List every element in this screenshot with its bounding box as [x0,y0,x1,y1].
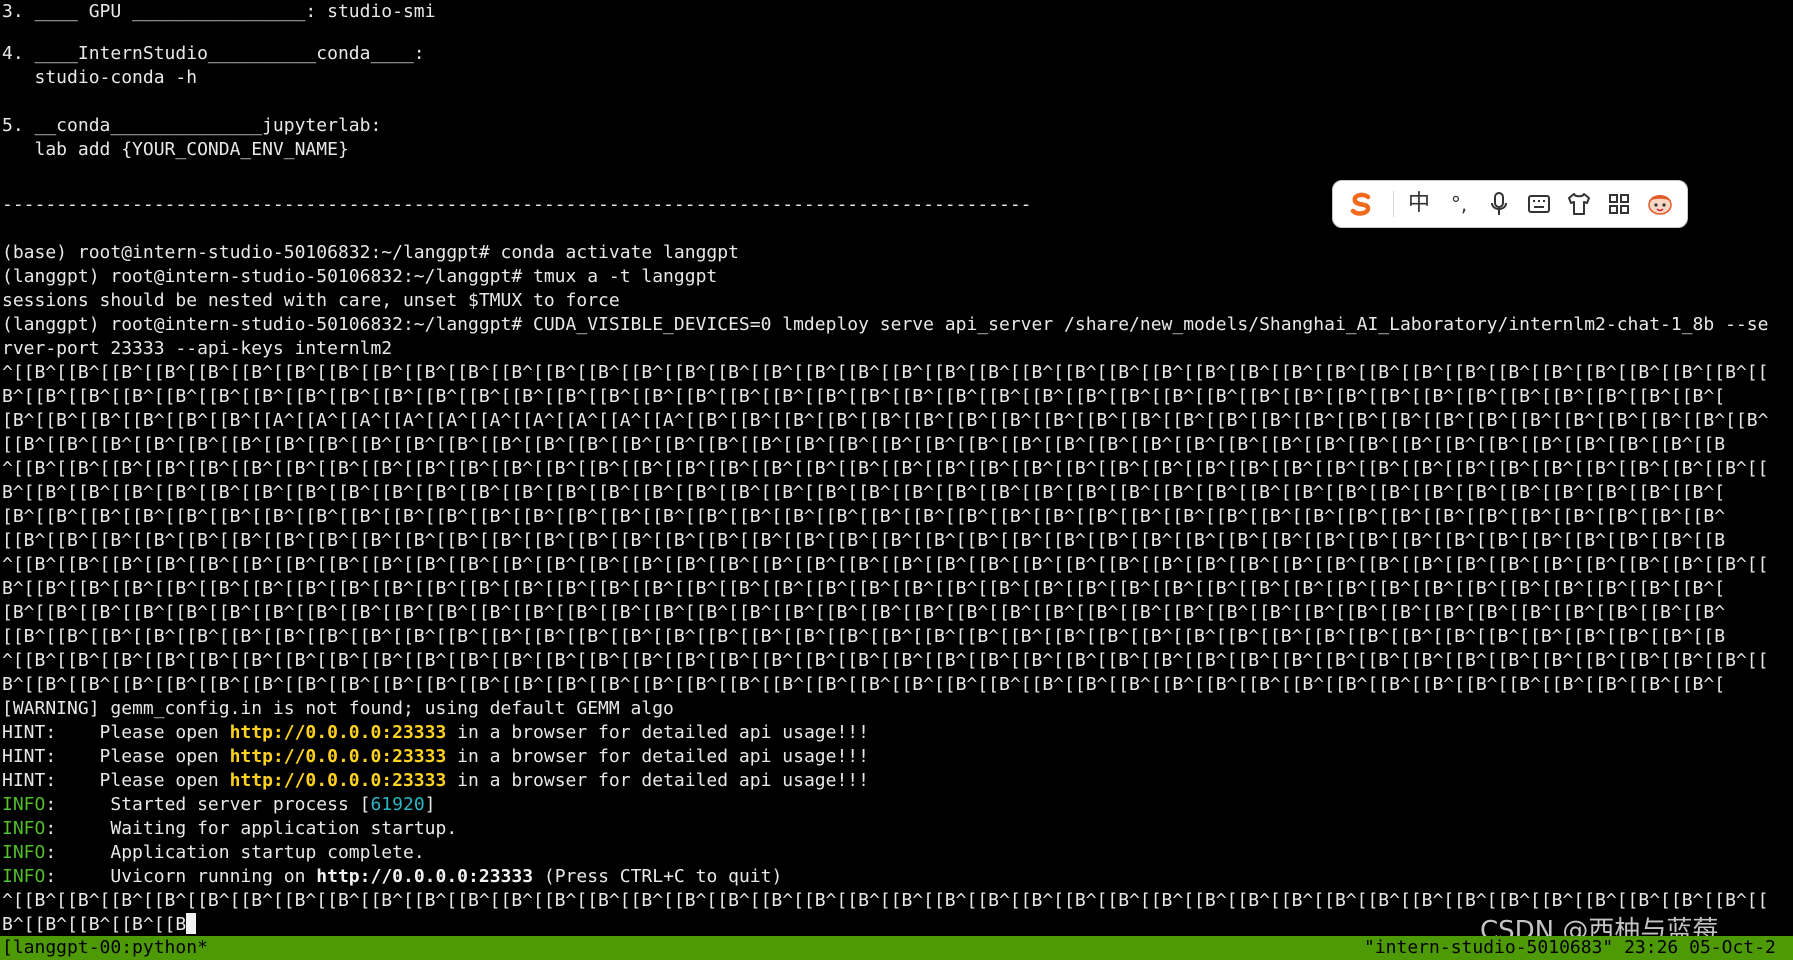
hint-line: HINT: Please open http://0.0.0.0:23333 i… [2,769,1793,793]
server-url[interactable]: http://0.0.0.0:23333 [316,866,533,887]
escape-sequence-line: [[B^[[B^[[B^[[B^[[B^[[B^[[B^[[B^[[B^[[B^… [2,626,1726,647]
info-text: (Press CTRL+C to quit) [533,866,783,887]
terminal-line: (base) root@intern-studio-50106832:~/lan… [2,242,739,263]
info-text: ] [424,794,436,815]
chinese-mode-toggle[interactable]: 中 [1403,190,1435,218]
escape-sequence-line: [B^[[B^[[B^[[B^[[B^[[B^[[B^[[B^[[B^[[B^[… [2,602,1726,623]
hint-url[interactable]: http://0.0.0.0:23333 [230,770,447,791]
escape-sequence-line: B^[[B^[[B^[[B^[[B^[[B^[[B^[[B^[[B^[[B^[[… [2,578,1726,599]
microphone-icon[interactable] [1483,190,1515,218]
escape-sequence-line: ^[[B^[[B^[[B^[[B^[[B^[[B^[[B^[[B^[[B^[[B… [2,650,1769,671]
hint-prefix: HINT: Please open [2,722,230,743]
escape-sequence-line: ^[[B^[[B^[[B^[[B^[[B^[[B^[[B^[[B^[[B^[[B… [2,554,1769,575]
terminal-line: 5. __conda______________jupyterlab: [2,115,382,136]
terminal-line: 3. ____ GPU ________________: studio-smi [2,1,436,22]
info-line: INFO: Waiting for application startup. [2,817,1793,841]
escape-sequence-line: B^[[B^[[B^[[B^[[B^[[B^[[B^[[B^[[B^[[B^[[… [2,482,1726,503]
escape-sequence-line: ^[[B^[[B^[[B^[[B^[[B^[[B^[[B^[[B^[[B^[[B… [2,362,1769,383]
escape-sequence-line: [[B^[[B^[[B^[[B^[[B^[[B^[[B^[[B^[[B^[[B^… [2,434,1726,455]
hint-line: HINT: Please open http://0.0.0.0:23333 i… [2,745,1793,769]
info-text: : Uvicorn running on [45,866,317,887]
escape-sequence-line: B^[[B^[[B^[[B^[[B^[[B^[[B^[[B^[[B^[[B^[[… [2,674,1726,695]
terminal-line: rver-port 23333 --api-keys internlm2 [2,338,393,359]
info-tag: INFO [2,818,46,839]
ime-toolbar[interactable]: 中 °, [1332,180,1688,228]
hint-suffix: in a browser for detailed api usage!!! [446,770,869,791]
toolbox-icon[interactable] [1603,190,1635,218]
info-line: INFO: Application startup complete. [2,841,1793,865]
info-text: : Application startup complete. [45,842,425,863]
process-id: 61920 [370,794,425,815]
keyboard-icon[interactable] [1523,190,1555,218]
terminal-output[interactable]: 3. ____ GPU ________________: studio-smi… [0,0,1793,936]
escape-sequence-line: [B^[[B^[[B^[[B^[[B^[[B^[[A^[[A^[[A^[[A^[… [2,410,1769,431]
toolbar-divider [1393,191,1394,217]
mascot-icon[interactable] [1643,190,1677,218]
escape-sequence-line: [[B^[[B^[[B^[[B^[[B^[[B^[[B^[[B^[[B^[[B^… [2,530,1726,551]
terminal-line: sessions should be nested with care, uns… [2,290,620,311]
info-line: INFO: Uvicorn running on http://0.0.0.0:… [2,865,1793,889]
warning-line: [WARNING] gemm_config.in is not found; u… [2,698,674,719]
escape-sequence-line: [B^[[B^[[B^[[B^[[B^[[B^[[B^[[B^[[B^[[B^[… [2,506,1726,527]
hint-suffix: in a browser for detailed api usage!!! [446,746,869,767]
hint-suffix: in a browser for detailed api usage!!! [446,722,869,743]
hint-url[interactable]: http://0.0.0.0:23333 [230,722,447,743]
tmux-window-list[interactable]: [langgpt-00:python* [2,936,208,960]
terminal-line: studio-conda -h [2,67,198,88]
sogou-logo-icon[interactable] [1345,190,1377,218]
punctuation-toggle[interactable]: °, [1443,190,1475,218]
info-tag: INFO [2,842,46,863]
info-tag: INFO [2,866,46,887]
info-text: : Started server process [ [45,794,371,815]
terminal-line: lab add {YOUR_CONDA_ENV_NAME} [2,139,349,160]
skin-icon[interactable] [1563,190,1595,218]
tmux-host-clock: "intern-studio-5010683" 23:26 05-Oct-2 [1364,937,1776,958]
info-tag: INFO [2,794,46,815]
info-line: INFO: Started server process [61920] [2,793,1793,817]
terminal-line: (langgpt) root@intern-studio-50106832:~/… [2,266,718,287]
hint-line: HINT: Please open http://0.0.0.0:23333 i… [2,721,1793,745]
escape-sequence-line: ^[[B^[[B^[[B^[[B^[[B^[[B^[[B^[[B^[[B^[[B… [2,458,1769,479]
tmux-status-bar: [langgpt-00:python* "intern-studio-50106… [0,936,1793,960]
hint-url[interactable]: http://0.0.0.0:23333 [230,746,447,767]
terminal-cursor [186,913,197,934]
terminal-line: (langgpt) root@intern-studio-50106832:~/… [2,314,1769,335]
hint-prefix: HINT: Please open [2,746,230,767]
terminal-line: 4. ____InternStudio__________conda____: [2,43,425,64]
info-text: : Waiting for application startup. [45,818,458,839]
typed-text: B^[[B^[[B^[[B^[[B [2,914,187,935]
hint-prefix: HINT: Please open [2,770,230,791]
escape-sequence-line: B^[[B^[[B^[[B^[[B^[[B^[[B^[[B^[[B^[[B^[[… [2,386,1726,407]
